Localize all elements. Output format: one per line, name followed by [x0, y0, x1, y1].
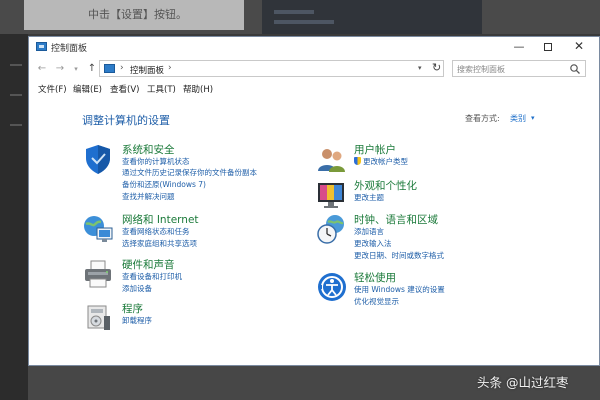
category-link[interactable]: 查看设备和打印机	[122, 271, 182, 282]
background-line	[274, 20, 334, 24]
category-link[interactable]: 使用 Windows 建议的设置	[354, 284, 445, 295]
menu-edit[interactable]: 编辑(E)	[73, 83, 102, 95]
main-content: 调整计算机的设置 查看方式: 类别 ▾ 系统和安全 查看你的计算机状态 通过文件…	[29, 97, 599, 365]
printer-icon[interactable]	[82, 258, 114, 290]
search-input[interactable]: 搜索控制面板	[452, 60, 586, 77]
background-line	[10, 124, 22, 126]
minimize-button[interactable]: —	[510, 39, 528, 54]
users-icon[interactable]	[316, 144, 348, 176]
menu-file[interactable]: 文件(F)	[38, 83, 67, 95]
address-row: ← → ▾ ↑ › 控制面板 › ▾ ↻ 搜索控制面板	[29, 57, 599, 81]
address-dropdown-chevron-icon[interactable]: ▾	[418, 64, 422, 72]
background-top: 中击【设置】按钮。	[0, 0, 600, 34]
category-link[interactable]: 更改帐户类型	[354, 156, 408, 167]
control-panel-window: 控制面板 — ✕ ← → ▾ ↑ › 控制面板 › ▾ ↻ 搜索控制面板 文件(…	[28, 36, 600, 366]
uac-shield-icon	[354, 157, 361, 165]
control-panel-icon	[104, 64, 115, 73]
network-globe-icon[interactable]	[82, 213, 114, 245]
view-by-dropdown[interactable]: 类别	[510, 113, 526, 124]
background-line	[10, 64, 22, 66]
forward-arrow-icon[interactable]: →	[53, 62, 67, 76]
category-title[interactable]: 网络和 Internet	[122, 212, 199, 227]
background-left	[0, 34, 28, 400]
page-title: 调整计算机的设置	[82, 114, 170, 127]
background-dark-panel	[262, 0, 482, 34]
maximize-icon	[544, 43, 552, 51]
category-link[interactable]: 查看你的计算机状态	[122, 156, 190, 167]
category-link[interactable]: 更改主题	[354, 192, 384, 203]
category-link[interactable]: 选择家庭组和共享选项	[122, 238, 197, 249]
watermark: 头条 @山过红枣	[477, 375, 569, 390]
close-button[interactable]: ✕	[570, 39, 588, 54]
category-link[interactable]: 添加语言	[354, 226, 384, 237]
menu-help[interactable]: 帮助(H)	[183, 83, 213, 95]
category-title[interactable]: 系统和安全	[122, 142, 175, 157]
category-title[interactable]: 程序	[122, 301, 143, 316]
category-link-text: 更改帐户类型	[363, 157, 408, 166]
view-by-label: 查看方式:	[465, 114, 500, 123]
menu-view[interactable]: 查看(V)	[110, 83, 139, 95]
programs-box-icon[interactable]	[82, 302, 114, 334]
shield-icon[interactable]	[82, 143, 114, 175]
category-title[interactable]: 轻松使用	[354, 270, 396, 285]
refresh-icon[interactable]: ↻	[432, 61, 441, 74]
background-line	[10, 94, 22, 96]
title-bar[interactable]: 控制面板 — ✕	[29, 37, 599, 57]
back-arrow-icon[interactable]: ←	[35, 62, 49, 76]
control-panel-icon	[36, 42, 47, 51]
background-document-text: 中击【设置】按钮。	[88, 8, 187, 21]
category-link[interactable]: 优化视觉显示	[354, 296, 399, 307]
category-title[interactable]: 用户帐户	[354, 142, 396, 157]
clock-globe-icon[interactable]	[316, 213, 348, 245]
category-link[interactable]: 备份和还原(Windows 7)	[122, 179, 206, 190]
search-icon[interactable]	[569, 63, 581, 75]
maximize-button[interactable]	[539, 39, 557, 54]
category-link[interactable]: 更改日期、时间或数字格式	[354, 250, 444, 261]
window-title: 控制面板	[51, 44, 88, 54]
menu-tools[interactable]: 工具(T)	[147, 83, 176, 95]
category-title[interactable]: 时钟、语言和区域	[354, 212, 438, 227]
up-arrow-icon[interactable]: ↑	[85, 62, 99, 76]
breadcrumb-control-panel[interactable]: 控制面板	[130, 64, 164, 76]
breadcrumb-separator: ›	[120, 63, 124, 73]
category-title[interactable]: 外观和个性化	[354, 178, 417, 193]
ease-of-access-icon[interactable]	[316, 271, 348, 303]
category-link[interactable]: 查找并解决问题	[122, 191, 175, 202]
address-bar[interactable]: › 控制面板 › ▾ ↻	[99, 60, 444, 77]
category-link[interactable]: 查看网络状态和任务	[122, 226, 190, 237]
breadcrumb-separator[interactable]: ›	[168, 63, 172, 73]
background-line	[274, 10, 314, 14]
category-link[interactable]: 通过文件历史记录保存你的文件备份副本	[122, 167, 257, 178]
category-link[interactable]: 添加设备	[122, 283, 152, 294]
recent-locations-chevron-icon[interactable]: ▾	[69, 62, 83, 76]
search-placeholder: 搜索控制面板	[457, 65, 505, 74]
background-document: 中击【设置】按钮。	[24, 0, 244, 30]
chevron-down-icon[interactable]: ▾	[531, 114, 535, 122]
category-title[interactable]: 硬件和声音	[122, 257, 175, 272]
category-link[interactable]: 更改输入法	[354, 238, 392, 249]
menu-bar: 文件(F) 编辑(E) 查看(V) 工具(T) 帮助(H)	[29, 82, 599, 96]
appearance-monitor-icon[interactable]	[316, 179, 348, 211]
category-link[interactable]: 卸载程序	[122, 315, 152, 326]
